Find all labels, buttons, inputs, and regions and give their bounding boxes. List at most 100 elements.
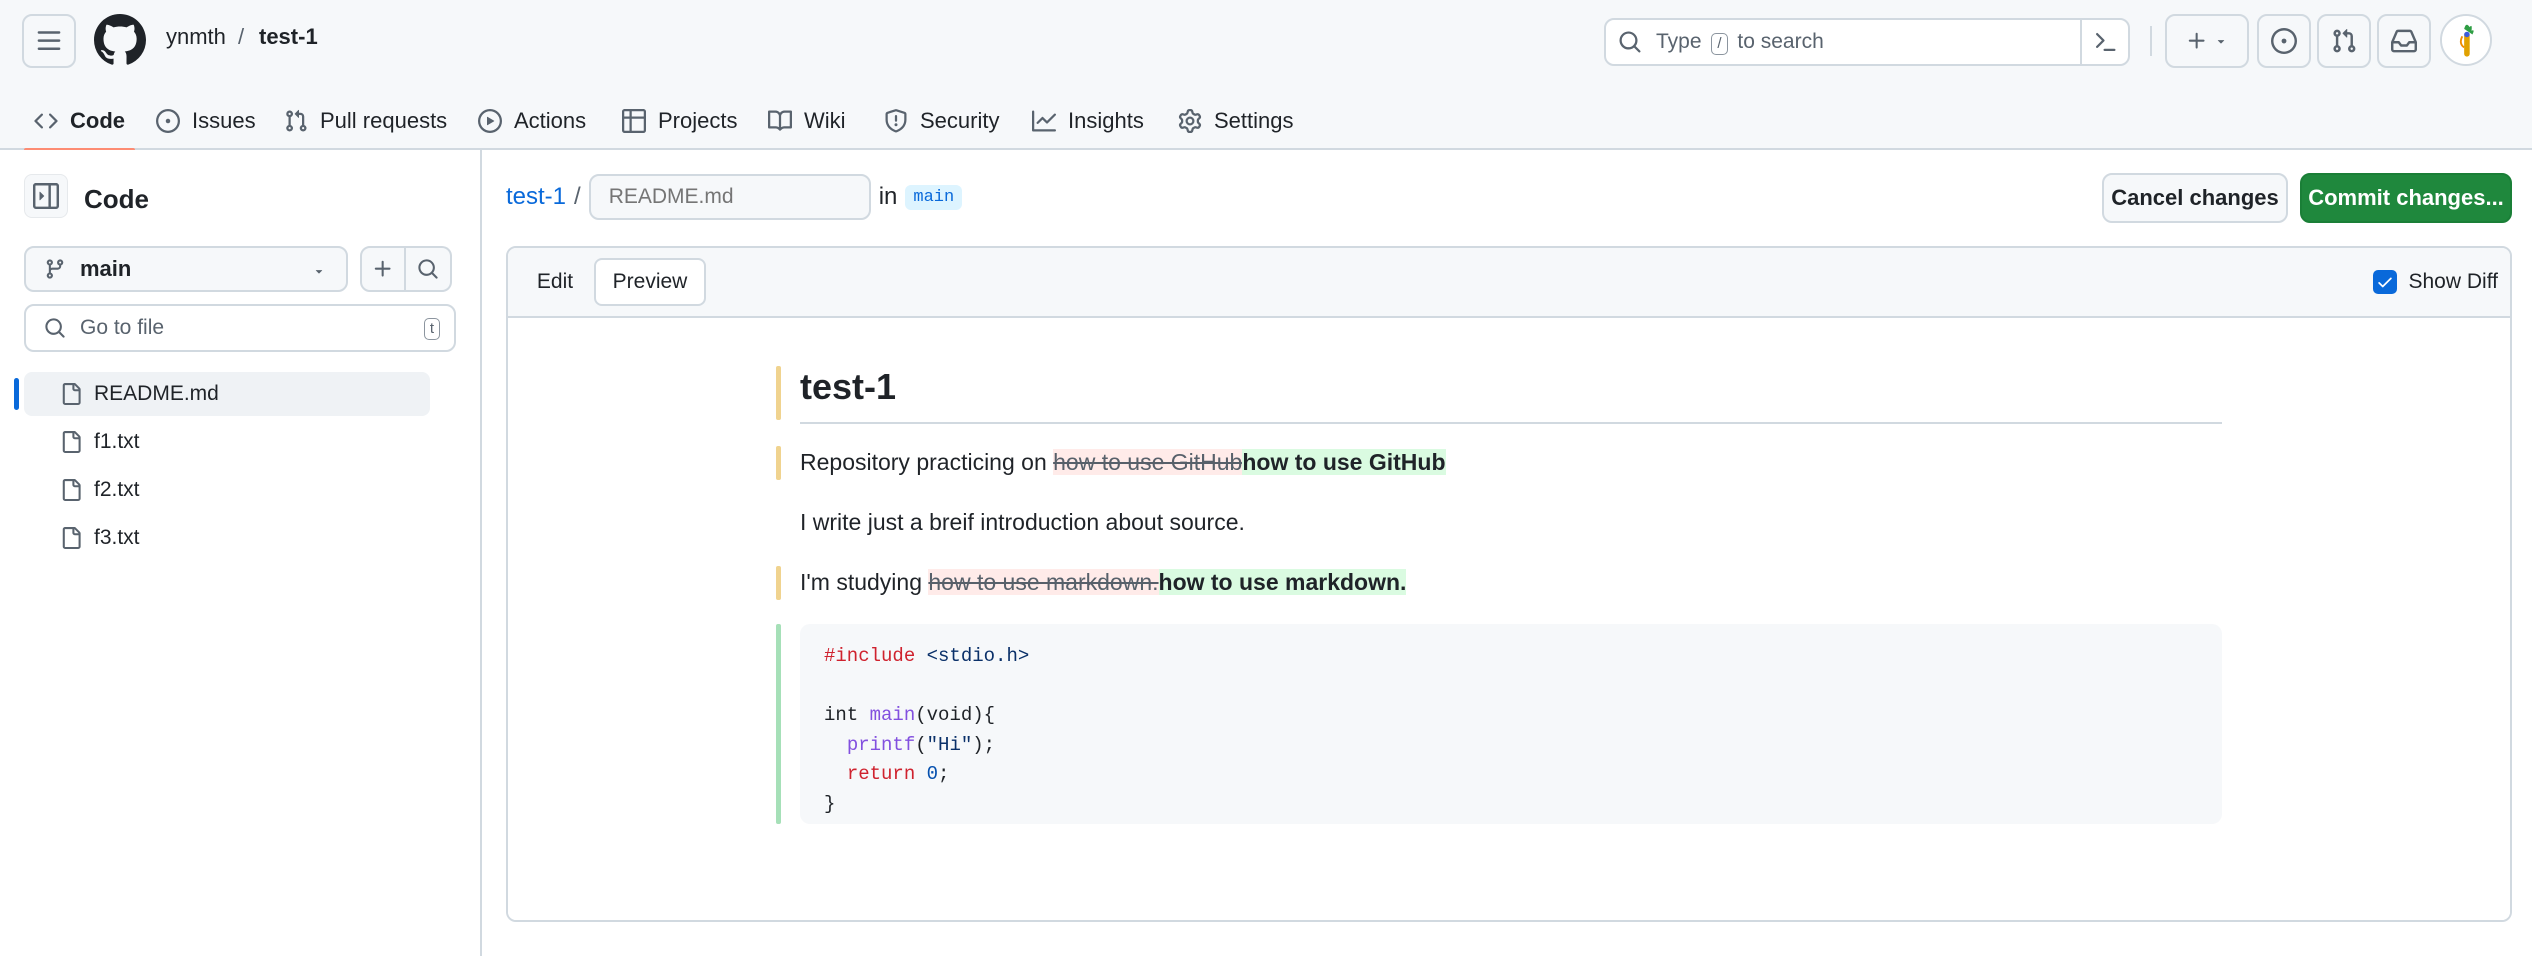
create-new-button[interactable] — [2165, 14, 2249, 68]
file-item-f2[interactable]: f2.txt — [24, 468, 430, 512]
tab-insights[interactable]: Insights — [1032, 92, 1144, 150]
book-icon — [768, 110, 792, 131]
go-to-file-input[interactable]: Go to file t — [24, 304, 456, 352]
caret-down-icon — [315, 270, 323, 274]
graph-icon — [1032, 110, 1056, 132]
file-name: f3.txt — [94, 526, 140, 549]
plus-icon — [2188, 32, 2205, 49]
file-icon — [62, 527, 81, 549]
play-icon — [478, 109, 502, 133]
file-path-bar: test-1 / in main — [506, 174, 963, 220]
search-placeholder: Type / to search — [1656, 29, 1824, 55]
file-item-f3[interactable]: f3.txt — [24, 516, 430, 560]
file-icon — [62, 431, 81, 453]
terminal-prompt-icon — [2095, 33, 2116, 51]
file-name: f1.txt — [94, 430, 140, 453]
diff-changed-marker — [776, 566, 781, 600]
path-repo-link[interactable]: test-1 — [506, 183, 566, 211]
table-icon — [622, 109, 646, 133]
collapse-sidebar-button[interactable] — [24, 174, 68, 218]
app-header: ynmth / test-1 Type / to search Code Iss… — [0, 0, 2532, 152]
path-in-label: in — [878, 183, 898, 210]
editor-toolbar: Edit Preview Show Diff — [508, 248, 2510, 318]
diff-changed-marker — [776, 446, 781, 480]
commit-changes-button[interactable]: Commit changes... — [2300, 173, 2512, 223]
notifications-button[interactable] — [2377, 14, 2431, 68]
shield-icon — [885, 109, 907, 133]
tab-projects[interactable]: Projects — [622, 92, 737, 150]
header-divider — [2150, 26, 2152, 56]
tab-pull-requests[interactable]: Pull requests — [284, 92, 447, 150]
tab-code[interactable]: Code — [24, 92, 135, 152]
preview-line-2: I write just a breif introduction about … — [800, 509, 1245, 535]
gear-icon — [1178, 109, 1202, 133]
file-tree-sidebar: Code main Go to file t README.md f1.txt … — [0, 150, 482, 956]
file-item-readme[interactable]: README.md — [14, 372, 430, 416]
add-file-button[interactable] — [360, 246, 406, 292]
branch-name: main — [80, 256, 132, 281]
breadcrumb-owner[interactable]: ynmth — [166, 24, 226, 50]
check-icon — [2377, 277, 2392, 288]
go-to-file-shortcut: t — [423, 318, 440, 340]
breadcrumb-repo[interactable]: test-1 — [259, 24, 318, 50]
your-issues-button[interactable] — [2257, 14, 2311, 68]
repo-nav-tabs: Code Issues Pull requests Actions Projec… — [0, 92, 1400, 152]
path-separator: / — [574, 183, 581, 210]
sidebar-collapse-icon — [33, 183, 59, 209]
show-diff-toggle[interactable]: Show Diff — [2372, 270, 2499, 294]
your-pull-requests-button[interactable] — [2317, 14, 2371, 68]
tab-actions[interactable]: Actions — [478, 92, 586, 150]
search-icon — [45, 318, 65, 338]
issue-icon — [156, 109, 180, 133]
plus-icon — [374, 260, 391, 277]
show-diff-label: Show Diff — [2408, 270, 2499, 293]
preview-line-1: Repository practicing on how to use GitH… — [800, 449, 1446, 475]
inbox-icon — [2391, 29, 2417, 53]
tab-preview[interactable]: Preview — [594, 258, 706, 306]
markdown-preview: test-1 Repository practicing on how to u… — [508, 318, 2510, 920]
sidebar-title: Code — [84, 184, 149, 214]
branch-selector[interactable]: main — [24, 246, 348, 292]
global-search-input[interactable]: Type / to search — [1604, 18, 2130, 66]
tab-security[interactable]: Security — [884, 92, 999, 150]
search-icon — [1619, 31, 1641, 53]
preview-heading: test-1 — [800, 366, 2222, 424]
diff-added-marker — [776, 624, 781, 824]
hamburger-icon — [37, 31, 61, 50]
diff-changed-marker — [776, 366, 781, 420]
menu-button[interactable] — [22, 14, 76, 68]
preview-line-3: I'm studying how to use markdown.how to … — [800, 569, 1407, 595]
tab-wiki[interactable]: Wiki — [768, 92, 846, 150]
file-item-f1[interactable]: f1.txt — [24, 420, 430, 464]
go-to-file-placeholder: Go to file — [80, 316, 165, 339]
pull-request-icon — [286, 109, 307, 132]
diff-added-text: how to use GitHub — [1242, 449, 1446, 475]
breadcrumb-separator: / — [238, 24, 245, 49]
pull-request-icon — [2333, 28, 2356, 53]
caret-down-icon — [2217, 40, 2225, 44]
diff-added-text: how to use markdown. — [1158, 569, 1407, 595]
github-logo-icon[interactable] — [94, 14, 146, 66]
search-icon — [418, 259, 438, 279]
search-shortcut-key: / — [1711, 32, 1728, 55]
code-icon — [34, 113, 58, 129]
user-avatar[interactable] — [2440, 14, 2492, 66]
diff-deleted-text: how to use GitHub — [1053, 449, 1243, 475]
tab-edit[interactable]: Edit — [520, 258, 590, 306]
file-icon — [62, 479, 81, 501]
diff-deleted-text: how to use markdown. — [928, 569, 1159, 595]
cancel-changes-button[interactable]: Cancel changes — [2102, 173, 2288, 223]
issue-icon — [2271, 28, 2297, 54]
command-palette-button[interactable] — [2080, 18, 2128, 66]
search-files-button[interactable] — [406, 246, 452, 292]
show-diff-checkbox[interactable] — [2372, 270, 2397, 294]
file-icon — [62, 383, 81, 405]
git-branch-icon — [46, 259, 64, 279]
file-name: README.md — [94, 382, 219, 405]
tab-issues[interactable]: Issues — [156, 92, 256, 150]
branch-tag: main — [905, 184, 963, 210]
filename-input[interactable] — [588, 174, 871, 220]
file-name: f2.txt — [94, 478, 140, 501]
editor-panel: Edit Preview Show Diff test-1 Repository… — [506, 246, 2512, 922]
tab-settings[interactable]: Settings — [1178, 92, 1294, 150]
